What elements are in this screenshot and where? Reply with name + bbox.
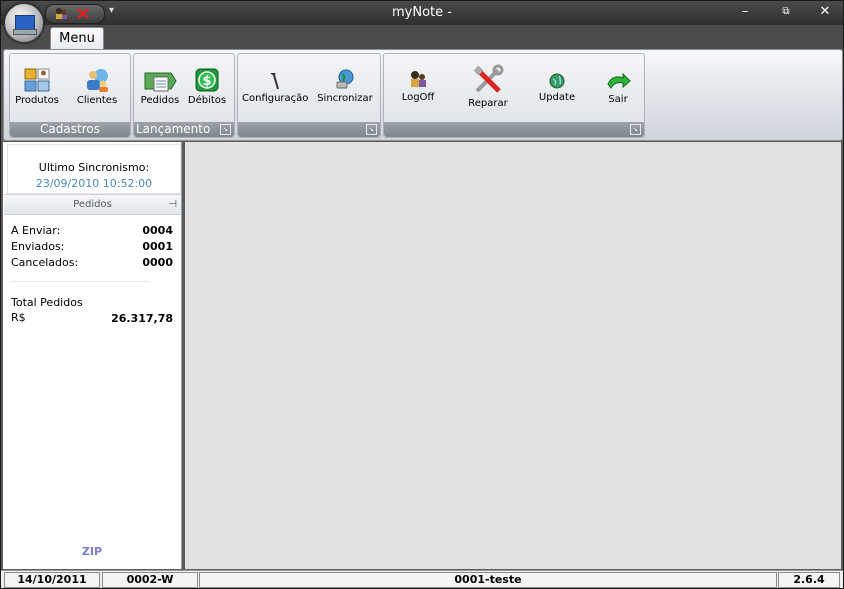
- pedidos-icon: [144, 72, 177, 92]
- sync-label: Ultimo Sincronismo:: [38, 161, 150, 174]
- application-orb-button[interactable]: [4, 3, 44, 43]
- group-lancamento: Pedidos $ Débitos Lançamento ↘: [133, 53, 235, 138]
- reparar-button[interactable]: Reparar: [460, 64, 516, 109]
- clientes-icon: [87, 69, 108, 92]
- total-pedidos-label: Total Pedidos: [11, 296, 83, 309]
- status-date: 14/10/2011: [4, 572, 100, 588]
- title-bar: myNote - ▾ – ⧉ ✕: [1, 1, 843, 25]
- update-label: Update: [538, 92, 576, 103]
- sair-button[interactable]: Sair: [596, 72, 640, 105]
- tools-icon: [270, 73, 279, 90]
- total-pedidos-value: 26.317,78: [111, 312, 173, 325]
- status-code: 0002-W: [102, 572, 198, 588]
- pedidos-row-cancelados: Cancelados: 0000: [11, 256, 173, 269]
- logoff-quick-icon[interactable]: [54, 7, 68, 20]
- quick-access-toolbar: [45, 4, 105, 24]
- total-pedidos-row: R$ 26.317,78: [11, 311, 173, 325]
- group-caption-configuracao: [238, 122, 380, 137]
- update-button[interactable]: Update: [532, 72, 582, 103]
- tab-menu[interactable]: Menu: [50, 27, 104, 50]
- debitos-label: Débitos: [187, 95, 227, 106]
- minimize-button[interactable]: –: [733, 3, 757, 21]
- produtos-icon: [24, 68, 50, 92]
- update-globe-icon: [549, 73, 565, 89]
- svg-text:$: $: [202, 74, 211, 89]
- group-caption-cadastros: Cadastros: [10, 122, 130, 137]
- debitos-button[interactable]: $ Débitos: [185, 67, 229, 106]
- group-caption-sistema: [384, 122, 644, 137]
- group-caption-lancamento: Lançamento: [134, 122, 234, 137]
- lancamento-launcher-icon[interactable]: ↘: [220, 124, 231, 135]
- repair-tools-icon: [473, 64, 504, 93]
- sistema-launcher-icon[interactable]: ↘: [630, 124, 641, 135]
- sincronizar-label: Sincronizar: [317, 93, 373, 104]
- pedidos-panel-header: Pedidos ⊣: [4, 194, 181, 215]
- group-sistema: LogOff Reparar Update Sair ↘: [383, 53, 645, 138]
- close-button[interactable]: ✕: [813, 3, 837, 21]
- configuracao-launcher-icon[interactable]: ↘: [366, 124, 377, 135]
- status-user: 0001-teste: [199, 572, 777, 588]
- close-quick-icon[interactable]: [76, 7, 90, 20]
- status-bar: 14/10/2011 0002-W 0001-teste 2.6.4: [1, 570, 843, 588]
- restore-button[interactable]: ⧉: [774, 3, 798, 21]
- sync-box: Ultimo Sincronismo: 23/09/2010 10:52:00: [7, 144, 181, 194]
- pedidos-row-a-enviar: A Enviar: 0004: [11, 224, 173, 237]
- left-panel: Ultimo Sincronismo: 23/09/2010 10:52:00 …: [3, 142, 182, 569]
- ribbon: Produtos Clientes Cadastros Pedidos $ Dé…: [3, 49, 843, 141]
- logoff-label: LogOff: [401, 92, 435, 103]
- pedidos-label: Pedidos: [140, 95, 180, 106]
- dollar-icon: $: [195, 68, 219, 92]
- clientes-label: Clientes: [76, 95, 118, 106]
- configuracao-label: Configuração: [242, 93, 309, 104]
- currency-label: R$: [11, 311, 26, 324]
- sync-value: 23/09/2010 10:52:00: [35, 177, 153, 190]
- logoff-icon: [411, 71, 426, 87]
- computer-icon: [15, 15, 35, 30]
- zip-link[interactable]: ZIP: [3, 545, 181, 558]
- pedidos-header-label: Pedidos: [73, 199, 112, 210]
- pedidos-button[interactable]: Pedidos: [136, 69, 184, 106]
- produtos-button[interactable]: Produtos: [12, 67, 62, 106]
- status-version: 2.6.4: [778, 572, 840, 588]
- tab-strip: Menu: [1, 25, 843, 50]
- group-configuracao: Configuração Sincronizar ↘: [237, 53, 381, 138]
- pin-icon[interactable]: ⊣: [168, 195, 177, 214]
- window-title: myNote -: [392, 5, 452, 20]
- sincronizar-button[interactable]: Sincronizar: [314, 67, 376, 104]
- divider: [11, 281, 149, 282]
- sair-label: Sair: [608, 94, 628, 105]
- produtos-label: Produtos: [15, 95, 59, 106]
- reparar-label: Reparar: [468, 98, 508, 109]
- group-cadastros: Produtos Clientes Cadastros: [9, 53, 131, 138]
- pedidos-row-enviados: Enviados: 0001: [11, 240, 173, 253]
- configuracao-button[interactable]: Configuração: [242, 69, 308, 104]
- main-content-area: [185, 142, 841, 569]
- clientes-button[interactable]: Clientes: [72, 67, 122, 106]
- app-window: myNote - ▾ – ⧉ ✕ Menu Produtos Clientes …: [0, 0, 844, 589]
- sync-globe-icon: [336, 69, 354, 89]
- qat-dropdown-icon[interactable]: ▾: [109, 5, 114, 16]
- exit-arrow-icon: [607, 72, 631, 89]
- logoff-button[interactable]: LogOff: [394, 70, 442, 103]
